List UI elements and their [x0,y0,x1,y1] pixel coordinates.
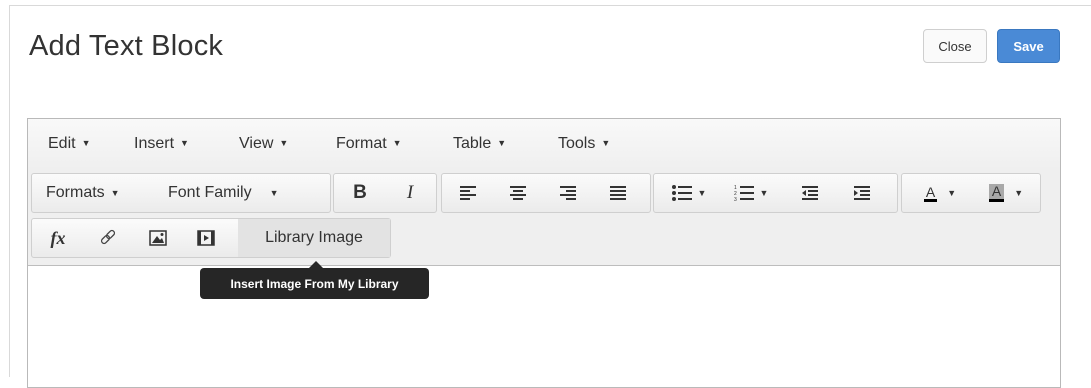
chevron-down-icon: ▼ [180,138,189,148]
menu-table-label: Table [453,135,492,152]
menu-insert[interactable]: Insert ▼ [134,135,189,153]
numbered-list-icon: 123 [734,185,754,201]
editor-menubar: Edit ▼ Insert ▼ View ▼ Format ▼ Table ▼ Tools… [28,119,1060,170]
align-justify-icon [610,186,626,200]
chevron-down-icon: ▼ [392,138,402,148]
close-button[interactable]: Close [923,29,987,63]
link-icon [100,229,116,245]
image-icon [149,230,167,246]
media-button[interactable] [188,219,224,257]
align-right-icon [560,186,576,200]
rich-text-editor: Edit ▼ Insert ▼ View ▼ Format ▼ Table ▼ Tools… [27,118,1061,388]
page-title: Add Text Block [29,30,224,62]
menu-tools-label: Tools [558,135,596,152]
align-group [441,173,651,213]
menu-format[interactable]: Format ▼ [336,135,402,153]
align-justify-button[interactable] [600,174,636,212]
align-center-icon [510,186,526,200]
align-left-button[interactable] [450,174,486,212]
indent-icon [854,186,870,200]
video-icon [197,230,215,246]
chevron-down-icon: ▼ [81,138,91,148]
image-button[interactable] [140,219,176,257]
align-right-button[interactable] [550,174,586,212]
menu-edit[interactable]: Edit ▼ [48,135,91,153]
chevron-down-icon: ▼ [759,188,769,198]
indent-button[interactable] [844,174,880,212]
menu-format-label: Format [336,135,387,152]
align-center-button[interactable] [500,174,536,212]
menu-tools[interactable]: Tools ▼ [558,135,610,153]
text-color-button[interactable]: A ▼ [912,174,968,212]
outdent-icon [802,186,818,200]
align-left-icon [460,186,476,200]
bold-button[interactable]: B [342,174,378,212]
bullet-list-icon [671,185,692,201]
numbered-list-button[interactable]: 123 ▼ [726,174,776,212]
chevron-down-icon: ▼ [1014,188,1024,198]
menu-insert-label: Insert [134,135,175,152]
insert-group: fx Library Image [31,218,391,258]
list-group: ▼ 123 ▼ [653,173,898,213]
chevron-down-icon: ▼ [601,138,611,148]
chevron-down-icon: ▼ [279,138,289,148]
tooltip-arrow [309,261,323,268]
outdent-button[interactable] [792,174,828,212]
tooltip: Insert Image From My Library [200,268,429,299]
font-group: Formats ▼ Font Family ▼ [31,173,331,213]
menu-view[interactable]: View ▼ [239,135,288,153]
chevron-down-icon: ▼ [269,188,279,198]
background-color-icon: A [988,184,1005,202]
panel-border [9,5,1091,6]
chevron-down-icon: ▼ [697,188,707,198]
color-group: A ▼ A ▼ [901,173,1041,213]
formats-dropdown[interactable]: Formats ▼ [46,174,146,212]
background-color-button[interactable]: A ▼ [978,174,1034,212]
chevron-down-icon: ▼ [497,138,507,148]
chevron-down-icon: ▼ [947,188,957,198]
menu-table[interactable]: Table ▼ [453,135,506,153]
editor-toolbar: Formats ▼ Font Family ▼ B I ▼ 1 2 3 ▼ A … [28,169,1060,266]
bullet-list-button[interactable]: ▼ [664,174,714,212]
panel-border-left [9,5,10,377]
text-color-icon: A [923,183,938,202]
style-group: B I [333,173,437,213]
menu-view-label: View [239,135,274,152]
formula-button[interactable]: fx [40,219,76,257]
formats-label: Formats [46,184,105,201]
menu-edit-label: Edit [48,135,76,152]
library-image-button[interactable]: Library Image [238,219,390,257]
font-family-label: Font Family [168,184,252,201]
formula-icon: fx [50,227,66,248]
italic-button[interactable]: I [392,174,428,212]
link-button[interactable] [90,219,126,257]
save-button[interactable]: Save [997,29,1060,63]
chevron-down-icon: ▼ [110,188,120,198]
font-family-dropdown[interactable]: Font Family ▼ [168,174,328,212]
svg-text:3: 3 [734,197,737,201]
